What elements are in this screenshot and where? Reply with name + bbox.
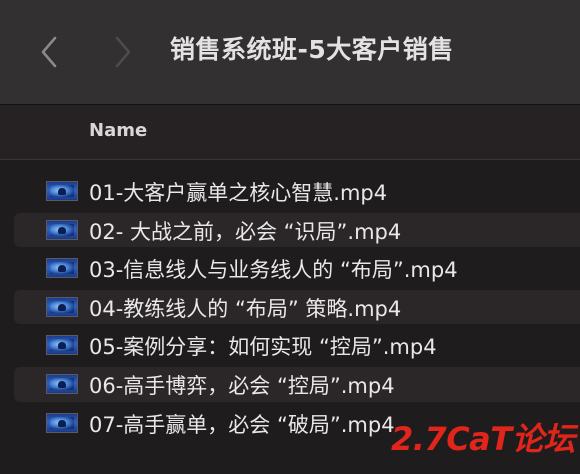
column-header-bar: Name [0, 105, 580, 159]
file-name: 07-高手赢单，必会 “破局”.mp4 [89, 412, 395, 437]
file-row[interactable]: 01-大客户赢单之核心智慧.mp4 [0, 172, 580, 211]
video-file-icon [46, 181, 78, 201]
video-file-icon [46, 412, 78, 433]
file-name: 04-教练线人的 “布局” 策略.mp4 [89, 296, 402, 321]
video-file-icon [46, 373, 78, 394]
file-row[interactable]: 06-高手博弈，必会 “控局”.mp4 [0, 365, 580, 404]
forward-button[interactable] [108, 32, 138, 72]
window-title: 销售系统班-5大客户销售 [170, 35, 454, 64]
file-name: 05-案例分享：如何实现 “控局”.mp4 [89, 335, 437, 360]
file-name: 06-高手博弈，必会 “控局”.mp4 [89, 373, 395, 398]
video-file-icon [46, 335, 78, 356]
name-column-header[interactable]: Name [89, 120, 147, 141]
video-file-icon [46, 296, 78, 317]
video-file-icon [46, 258, 78, 279]
back-button[interactable] [34, 32, 64, 72]
header-divider [0, 159, 580, 160]
file-row[interactable]: 02- 大战之前，必会 “识局”.mp4 [0, 211, 580, 250]
watermark-logo: 2.7CaT论坛 [391, 420, 575, 458]
file-list: 01-大客户赢单之核心智慧.mp4 02- 大战之前，必会 “识局”.mp4 0… [0, 172, 580, 442]
file-name: 01-大客户赢单之核心智慧.mp4 [89, 181, 388, 205]
file-name: 02- 大战之前，必会 “识局”.mp4 [89, 219, 402, 244]
file-row[interactable]: 04-教练线人的 “布局” 策略.mp4 [0, 288, 580, 327]
file-row[interactable]: 03-信息线人与业务线人的 “布局”.mp4 [0, 249, 580, 288]
window-toolbar: 销售系统班-5大客户销售 [0, 0, 580, 104]
file-row[interactable]: 05-案例分享：如何实现 “控局”.mp4 [0, 326, 580, 365]
file-name: 03-信息线人与业务线人的 “布局”.mp4 [89, 258, 458, 283]
chevron-right-icon [115, 36, 131, 68]
video-file-icon [46, 219, 78, 240]
chevron-left-icon [41, 36, 57, 68]
